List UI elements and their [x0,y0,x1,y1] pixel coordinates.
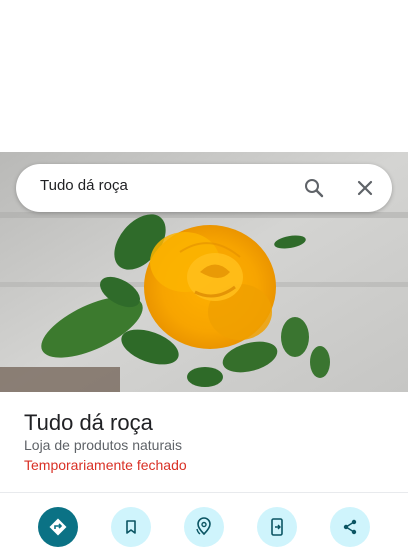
search-icon[interactable] [302,176,326,200]
save-button[interactable] [111,507,151,547]
send-to-phone-icon [268,517,286,537]
divider [0,492,408,493]
send-to-phone-button[interactable] [257,507,297,547]
close-icon[interactable] [353,176,377,200]
bookmark-icon [122,518,140,536]
place-title: Tudo dá roça [24,410,153,435]
nearby-button[interactable] [184,507,224,547]
search-bar[interactable]: Tudo dá roça [16,164,392,212]
search-input[interactable]: Tudo dá roça [40,177,128,194]
nearby-icon [194,517,214,537]
share-button[interactable] [330,507,370,547]
directions-icon [48,517,68,537]
directions-button[interactable] [38,507,78,547]
share-icon [341,518,359,536]
place-category: Loja de produtos naturais [24,437,182,453]
place-status: Temporariamente fechado [24,457,187,473]
